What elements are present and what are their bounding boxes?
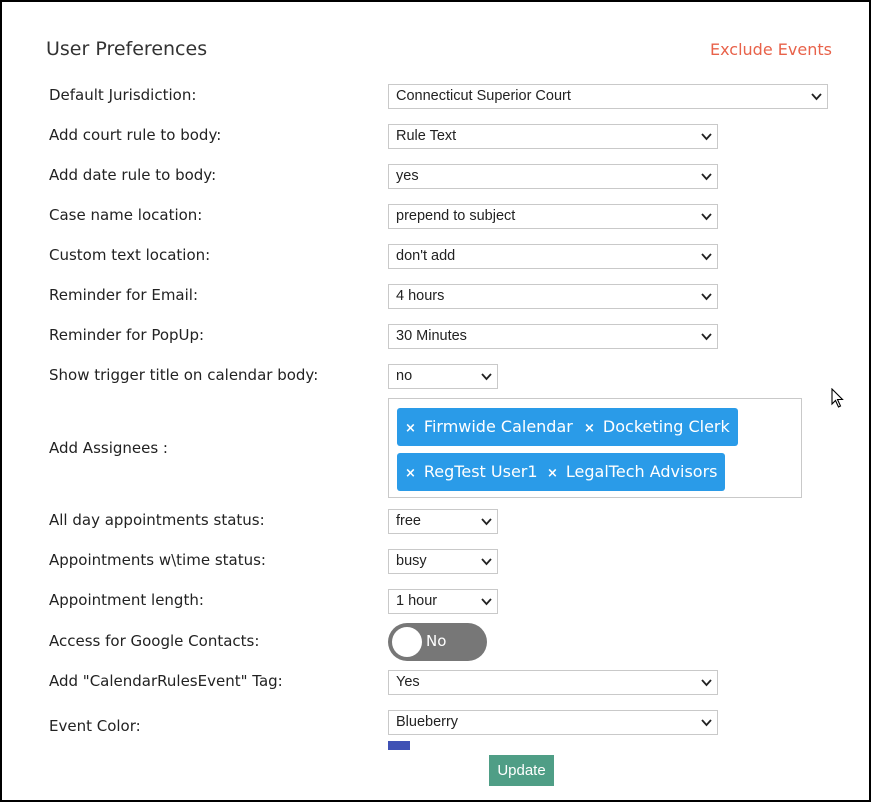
chevron-down-icon [481, 518, 492, 526]
update-button[interactable]: Update [489, 755, 554, 786]
assignee-tag[interactable]: × RegTest User1 [397, 453, 546, 491]
custom-text-location-select[interactable]: don't add [388, 244, 718, 269]
event-color-swatch [388, 741, 410, 750]
label-calendarrulesevent-tag: Add "CalendarRulesEvent" Tag: [49, 672, 283, 690]
chevron-down-icon [701, 213, 712, 221]
assignees-input[interactable]: × Firmwide Calendar × Docketing Clerk × Reg… [388, 398, 802, 498]
jurisdiction-select-value: Connecticut Superior Court [396, 88, 571, 104]
custom-text-location-select-value: don't add [396, 248, 456, 264]
label-court-rule: Add court rule to body: [49, 126, 222, 144]
chevron-down-icon [481, 598, 492, 606]
label-reminder-popup: Reminder for PopUp: [49, 326, 205, 344]
remove-tag-icon[interactable]: × [547, 466, 558, 481]
case-name-location-select-value: prepend to subject [396, 208, 516, 224]
page-title: User Preferences [46, 38, 208, 60]
assignee-tag-label: Docketing Clerk [602, 417, 730, 436]
court-rule-select[interactable]: Rule Text [388, 124, 718, 149]
event-color-select-value: Blueberry [396, 714, 459, 730]
chevron-down-icon [701, 719, 712, 727]
date-rule-select[interactable]: yes [388, 164, 718, 189]
chevron-down-icon [701, 133, 712, 141]
label-event-color: Event Color: [49, 717, 141, 735]
time-status-select[interactable]: busy [388, 549, 498, 574]
google-contacts-toggle[interactable]: No [388, 623, 487, 661]
event-color-select[interactable]: Blueberry [388, 710, 718, 735]
chevron-down-icon [811, 93, 822, 101]
chevron-down-icon [481, 558, 492, 566]
assignee-tag[interactable]: × LegalTech Advisors [539, 453, 726, 491]
case-name-location-select[interactable]: prepend to subject [388, 204, 718, 229]
label-show-trigger-title: Show trigger title on calendar body: [49, 366, 319, 384]
label-add-assignees: Add Assignees : [49, 439, 168, 457]
reminder-popup-select[interactable]: 30 Minutes [388, 324, 718, 349]
label-reminder-email: Reminder for Email: [49, 286, 199, 304]
label-time-status: Appointments w\time status: [49, 551, 266, 569]
label-custom-text-location: Custom text location: [49, 246, 211, 264]
assignee-tag-label: LegalTech Advisors [565, 462, 718, 481]
all-day-status-select[interactable]: free [388, 509, 498, 534]
label-date-rule: Add date rule to body: [49, 166, 217, 184]
toggle-state-label: No [426, 632, 447, 650]
chevron-down-icon [701, 253, 712, 261]
all-day-status-select-value: free [396, 513, 421, 529]
toggle-knob [392, 627, 422, 657]
reminder-email-select-value: 4 hours [396, 288, 445, 304]
label-all-day-status: All day appointments status: [49, 511, 265, 529]
exclude-events-link[interactable]: Exclude Events [710, 40, 832, 59]
chevron-down-icon [701, 293, 712, 301]
assignee-tag-label: Firmwide Calendar [423, 417, 573, 436]
remove-tag-icon[interactable]: × [405, 466, 416, 481]
date-rule-select-value: yes [396, 168, 419, 184]
appointment-length-select-value: 1 hour [396, 593, 438, 609]
show-trigger-title-select[interactable]: no [388, 364, 498, 389]
chevron-down-icon [481, 373, 492, 381]
appointment-length-select[interactable]: 1 hour [388, 589, 498, 614]
reminder-popup-select-value: 30 Minutes [396, 328, 467, 344]
label-appointment-length: Appointment length: [49, 591, 204, 609]
assignee-tag[interactable]: × Docketing Clerk [576, 408, 738, 446]
calendarrulesevent-tag-select[interactable]: Yes [388, 670, 718, 695]
remove-tag-icon[interactable]: × [405, 421, 416, 436]
label-case-name-location: Case name location: [49, 206, 203, 224]
time-status-select-value: busy [396, 553, 427, 569]
chevron-down-icon [701, 679, 712, 687]
remove-tag-icon[interactable]: × [584, 421, 595, 436]
jurisdiction-select[interactable]: Connecticut Superior Court [388, 84, 828, 109]
court-rule-select-value: Rule Text [396, 128, 457, 144]
mouse-pointer-icon [831, 388, 844, 408]
chevron-down-icon [701, 333, 712, 341]
calendarrulesevent-tag-select-value: Yes [396, 674, 420, 690]
reminder-email-select[interactable]: 4 hours [388, 284, 718, 309]
assignee-tag[interactable]: × Firmwide Calendar [397, 408, 581, 446]
chevron-down-icon [701, 173, 712, 181]
show-trigger-title-select-value: no [396, 368, 413, 384]
label-google-contacts: Access for Google Contacts: [49, 632, 260, 650]
assignee-tag-label: RegTest User1 [423, 462, 538, 481]
label-default-jurisdiction: Default Jurisdiction: [49, 86, 197, 104]
